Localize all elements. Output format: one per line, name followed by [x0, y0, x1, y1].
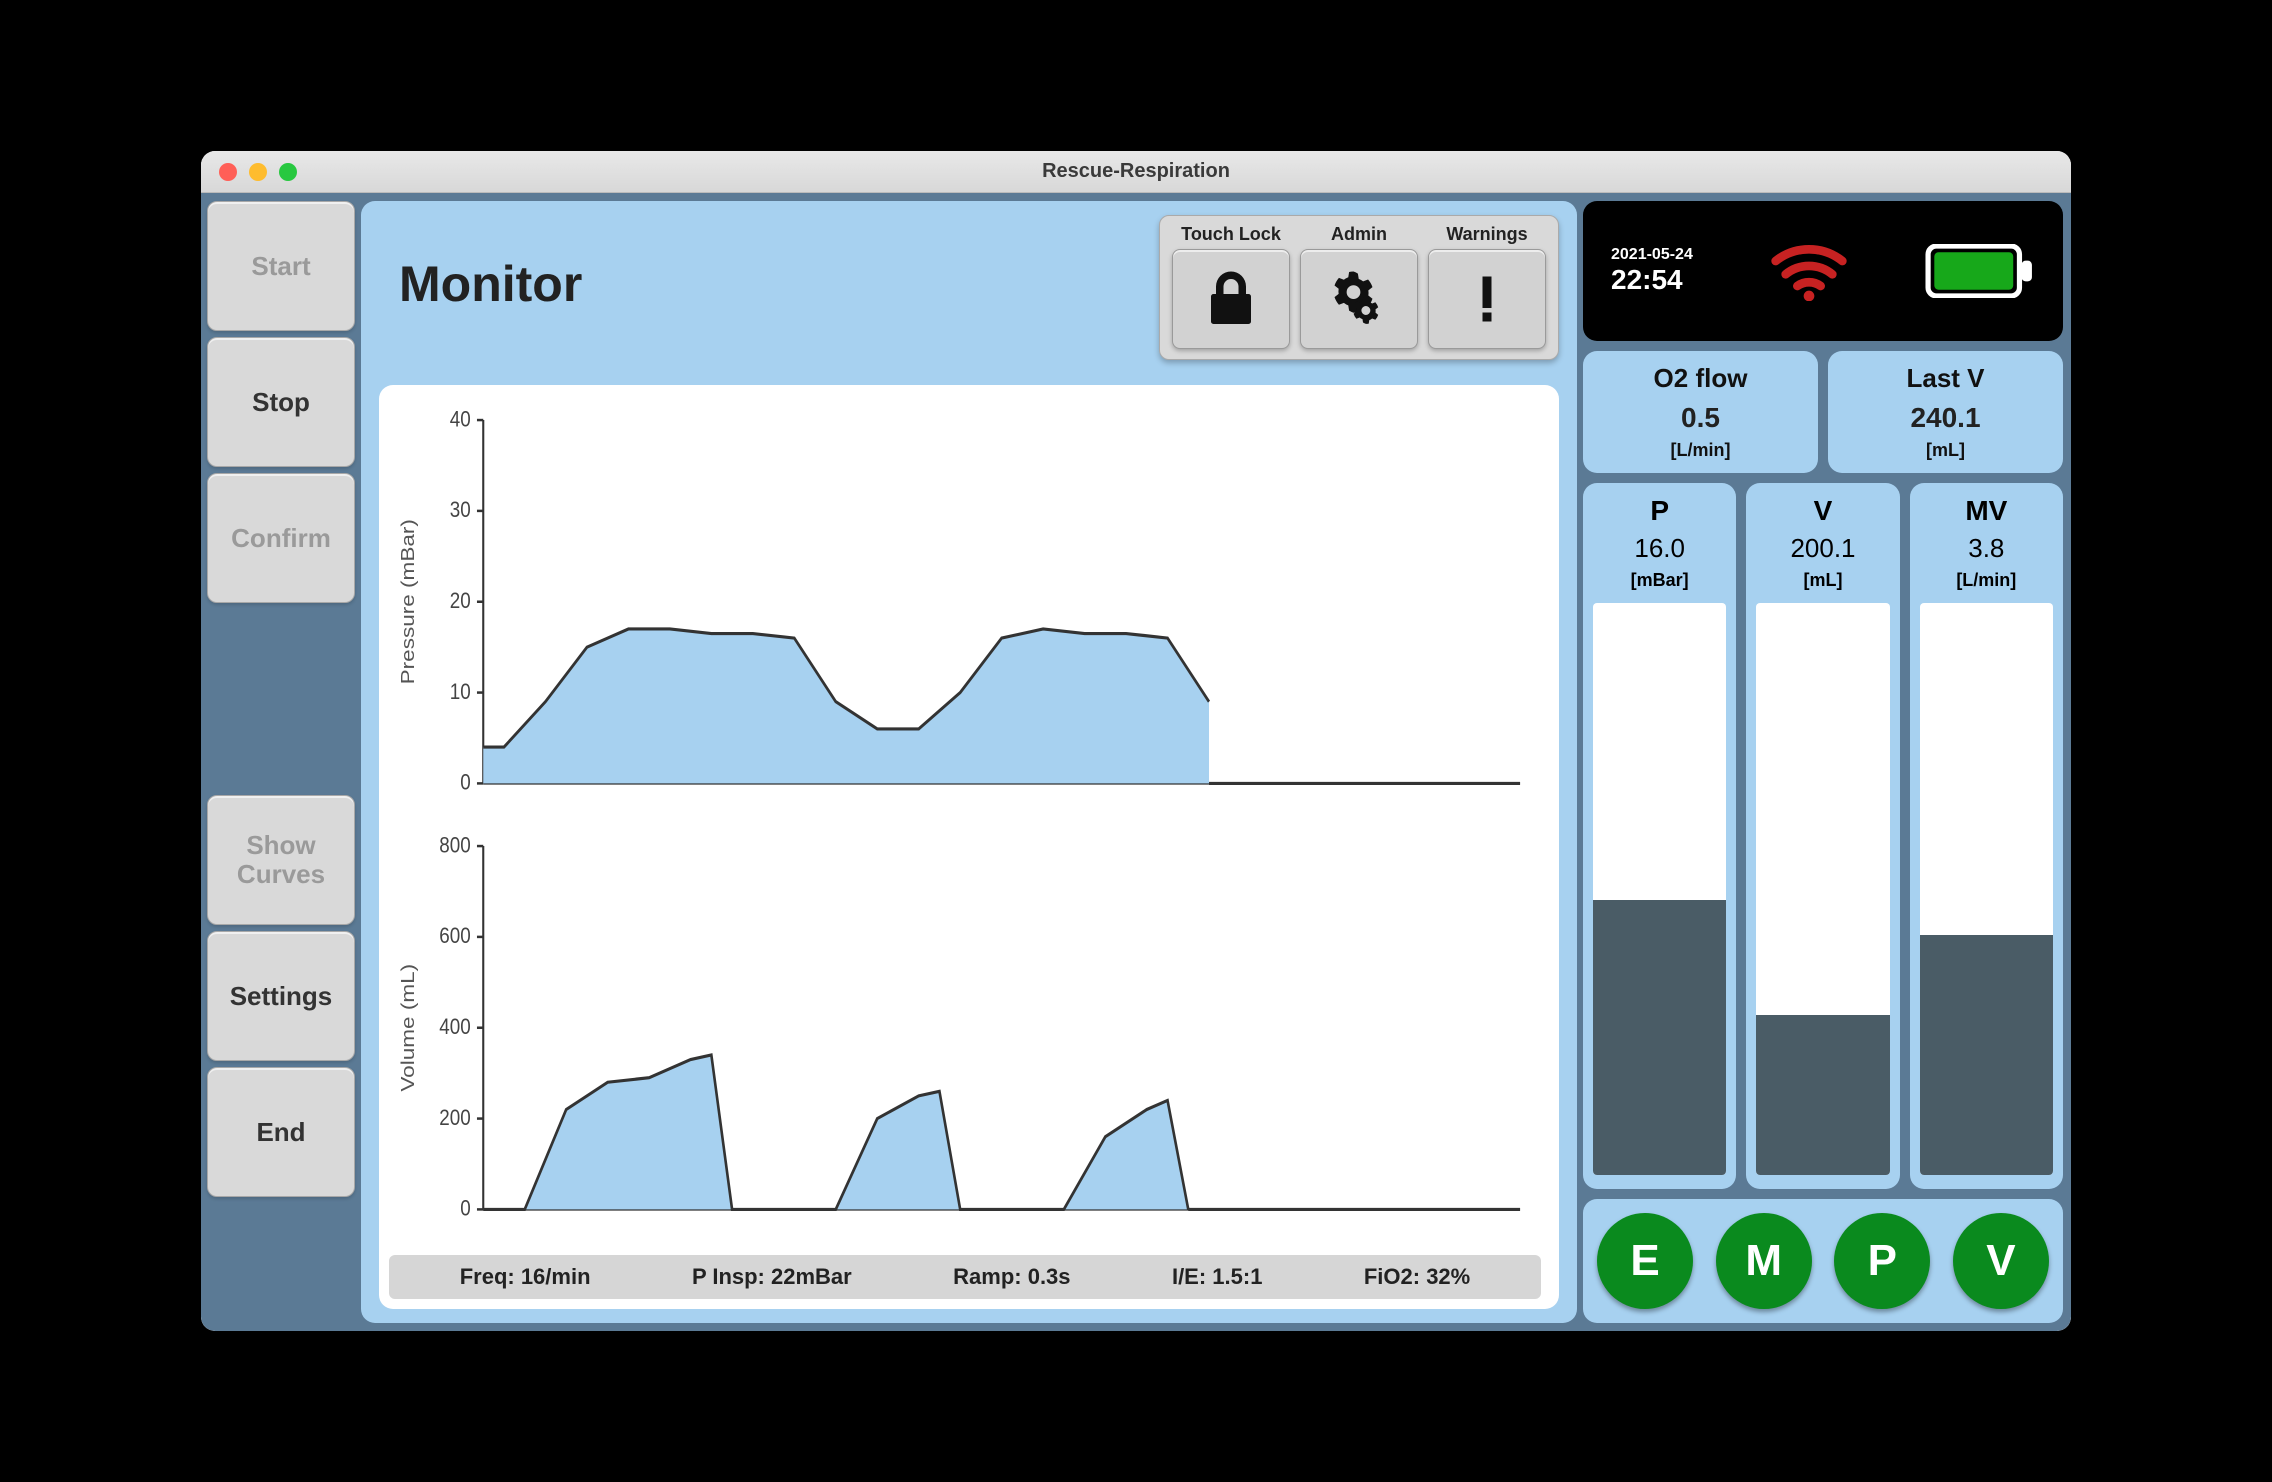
lock-icon [1201, 269, 1261, 329]
battery-icon [1925, 244, 2035, 298]
status-fio2: FiO2: 32% [1364, 1264, 1470, 1290]
v-value: 200.1 [1790, 533, 1855, 564]
warnings-label: Warnings [1428, 224, 1546, 245]
status-bar: Freq: 16/min P Insp: 22mBar Ramp: 0.3s I… [389, 1255, 1541, 1299]
time: 22:54 [1611, 264, 1693, 296]
indicator-e[interactable]: E [1597, 1213, 1693, 1309]
sidebar: Start Stop Confirm Show Curves Settings … [201, 193, 361, 1331]
wifi-icon [1769, 241, 1849, 301]
svg-text:Volume (mL): Volume (mL) [398, 964, 419, 1092]
status-pinsp: P Insp: 22mBar [692, 1264, 852, 1290]
mv-unit: [L/min] [1956, 570, 2016, 591]
svg-text:200: 200 [439, 1105, 470, 1130]
o2flow-value: 0.5 [1591, 402, 1810, 434]
volume-chart: 0 200 400 600 800 Volume (mL) [389, 821, 1541, 1247]
mv-card: MV 3.8 [L/min] [1910, 483, 2063, 1189]
o2flow-card: O2 flow 0.5 [L/min] [1583, 351, 1818, 473]
app-window: Rescue-Respiration Start Stop Confirm Sh… [201, 151, 2071, 1331]
warnings-button[interactable] [1428, 249, 1546, 349]
svg-text:30: 30 [450, 498, 471, 523]
p-card: P 16.0 [mBar] [1583, 483, 1736, 1189]
p-bar [1593, 603, 1726, 1175]
svg-text:Pressure (mBar): Pressure (mBar) [398, 519, 419, 684]
titlebar: Rescue-Respiration [201, 151, 2071, 193]
page-title: Monitor [399, 255, 582, 313]
indicator-p[interactable]: P [1834, 1213, 1930, 1309]
svg-text:800: 800 [439, 833, 470, 858]
lastv-value: 240.1 [1836, 402, 2055, 434]
main-panel: Monitor Touch Lock Admin [361, 201, 1577, 1323]
svg-text:0: 0 [460, 770, 470, 795]
indicator-v[interactable]: V [1953, 1213, 2049, 1309]
v-label: V [1814, 495, 1833, 527]
lastv-unit: [mL] [1836, 440, 2055, 461]
gear-icon [1326, 266, 1392, 332]
v-unit: [mL] [1803, 570, 1842, 591]
pressure-chart: 0 10 20 30 40 Pressure (mBar) [389, 395, 1541, 821]
touch-lock-label: Touch Lock [1172, 224, 1290, 245]
o2flow-label: O2 flow [1591, 363, 1810, 394]
svg-text:10: 10 [450, 679, 471, 704]
p-unit: [mBar] [1631, 570, 1689, 591]
date: 2021-05-24 [1611, 246, 1693, 264]
status-ramp: Ramp: 0.3s [953, 1264, 1070, 1290]
o2flow-unit: [L/min] [1591, 440, 1810, 461]
admin-button[interactable] [1300, 249, 1418, 349]
exclaim-icon [1460, 264, 1514, 334]
svg-text:0: 0 [460, 1196, 470, 1221]
svg-text:600: 600 [439, 924, 470, 949]
touch-lock-button[interactable] [1172, 249, 1290, 349]
settings-button[interactable]: Settings [207, 931, 355, 1061]
end-button[interactable]: End [207, 1067, 355, 1197]
show-curves-button[interactable]: Show Curves [207, 795, 355, 925]
admin-label: Admin [1300, 224, 1418, 245]
indicator-m[interactable]: M [1716, 1213, 1812, 1309]
svg-text:20: 20 [450, 588, 471, 613]
top-button-bar: Touch Lock Admin [1159, 215, 1559, 360]
start-button[interactable]: Start [207, 201, 355, 331]
right-panel: 2021-05-24 22:54 [1583, 201, 2063, 1323]
datetime: 2021-05-24 22:54 [1611, 246, 1693, 296]
status-freq: Freq: 16/min [460, 1264, 591, 1290]
lastv-card: Last V 240.1 [mL] [1828, 351, 2063, 473]
v-card: V 200.1 [mL] [1746, 483, 1899, 1189]
stop-button[interactable]: Stop [207, 337, 355, 467]
status-ie: I/E: 1.5:1 [1172, 1264, 1262, 1290]
app-body: Start Stop Confirm Show Curves Settings … [201, 193, 2071, 1331]
mv-value: 3.8 [1968, 533, 2004, 564]
v-bar [1756, 603, 1889, 1175]
p-value: 16.0 [1634, 533, 1685, 564]
svg-text:40: 40 [450, 407, 471, 432]
svg-text:400: 400 [439, 1014, 470, 1039]
lastv-label: Last V [1836, 363, 2055, 394]
p-label: P [1650, 495, 1669, 527]
chart-container: 0 10 20 30 40 Pressure (mBar) 0 200 400 600 800 Vo… [379, 385, 1559, 1309]
indicator-row: E M P V [1583, 1199, 2063, 1323]
mv-bar [1920, 603, 2053, 1175]
status-header: 2021-05-24 22:54 [1583, 201, 2063, 341]
confirm-button[interactable]: Confirm [207, 473, 355, 603]
mv-label: MV [1965, 495, 2007, 527]
window-title: Rescue-Respiration [201, 160, 2071, 183]
